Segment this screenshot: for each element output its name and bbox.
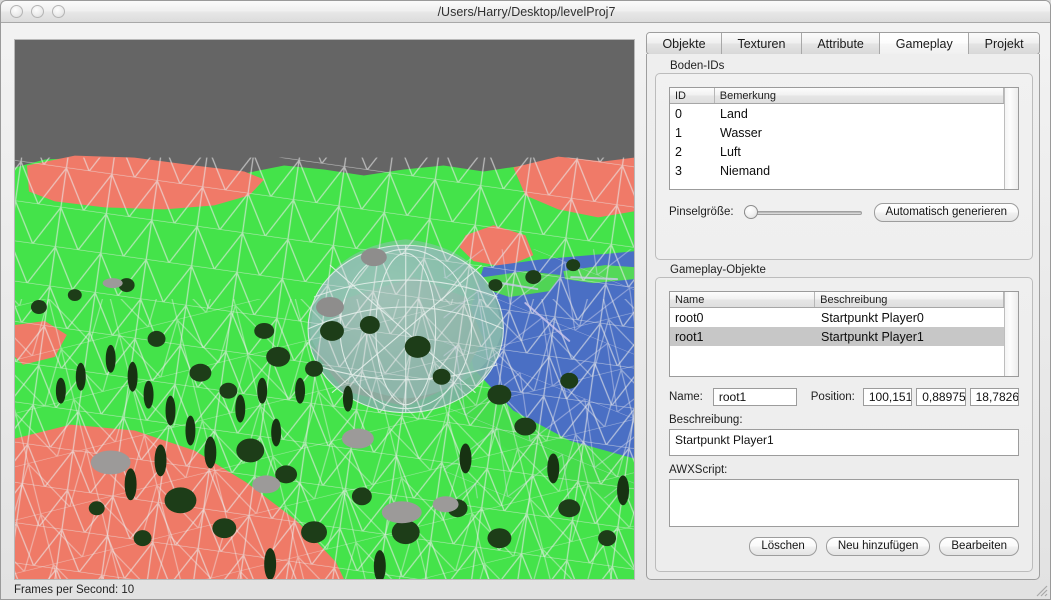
position-x-input[interactable]: 100,151! — [863, 388, 912, 406]
gameplay-objekte-vertical-scrollbar[interactable] — [1004, 292, 1018, 376]
window-title: /Users/Harry/Desktop/levelProj7 — [1, 1, 1051, 23]
tab-gameplay[interactable]: Gameplay — [880, 33, 969, 54]
column-header-name[interactable]: Name — [670, 292, 815, 307]
delete-object-button[interactable]: Löschen — [749, 537, 816, 556]
cell-id: 0 — [670, 107, 715, 121]
name-label: Name: — [669, 391, 703, 403]
tab-texturen[interactable]: Texturen — [722, 33, 802, 54]
gameplay-objekte-table[interactable]: Name Beschreibung root0 Startpunkt Playe… — [669, 291, 1019, 377]
column-header-bemerkung[interactable]: Bemerkung — [715, 88, 1004, 103]
cell-id: 1 — [670, 126, 715, 140]
tab-objekte[interactable]: Objekte — [647, 33, 722, 54]
cell-name: root0 — [670, 311, 816, 325]
tab-attribute[interactable]: Attribute — [802, 33, 880, 54]
gameplay-objekte-table-header: Name Beschreibung — [670, 292, 1018, 308]
cell-bemerkung: Land — [715, 107, 1006, 121]
fps-status: Frames per Second: 10 — [14, 584, 134, 596]
cell-beschreibung: Startpunkt Player0 — [816, 311, 1006, 325]
object-action-buttons: Löschen Neu hinzufügen Bearbeiten — [669, 535, 1019, 557]
cell-bemerkung: Niemand — [715, 164, 1006, 178]
application-window: /Users/Harry/Desktop/levelProj7 — [0, 0, 1051, 600]
cell-id: 2 — [670, 145, 715, 159]
slider-knob[interactable] — [744, 205, 758, 219]
cell-name: root1 — [670, 330, 816, 344]
beschreibung-input[interactable]: Startpunkt Player1 — [669, 429, 1019, 456]
tab-projekt[interactable]: Projekt — [969, 33, 1039, 54]
cell-bemerkung: Luft — [715, 145, 1006, 159]
add-object-button[interactable]: Neu hinzufügen — [826, 537, 931, 556]
brush-size-row: Pinselgröße: Automatisch generieren — [669, 202, 1019, 222]
awxscript-label: AWXScript: — [669, 464, 727, 476]
column-header-id[interactable]: ID — [670, 88, 715, 103]
table-row[interactable]: 2 Luft — [670, 142, 1018, 161]
cell-bemerkung: Wasser — [715, 126, 1006, 140]
viewport-3d[interactable] — [14, 39, 635, 580]
name-position-row: Name: root1 Position: 100,151! 0,88975 1… — [669, 387, 1019, 407]
group-boden-ids-label: Boden-IDs — [667, 60, 727, 72]
auto-generate-button[interactable]: Automatisch generieren — [874, 203, 1019, 222]
table-row[interactable]: root0 Startpunkt Player0 — [670, 308, 1018, 327]
group-gameplay-objekte: Gameplay-Objekte Name Beschreibung root0… — [655, 264, 1033, 572]
boden-ids-table-body: 0 Land 1 Wasser 2 Luft 3 — [670, 104, 1018, 189]
table-row[interactable]: 1 Wasser — [670, 123, 1018, 142]
edit-object-button[interactable]: Bearbeiten — [939, 537, 1019, 556]
table-row[interactable]: 0 Land — [670, 104, 1018, 123]
boden-ids-vertical-scrollbar[interactable] — [1004, 88, 1018, 189]
brush-size-slider[interactable] — [744, 205, 862, 219]
gameplay-objekte-table-body: root0 Startpunkt Player0 root1 Startpunk… — [670, 308, 1018, 376]
inspector-panel: Objekte Texturen Attribute Gameplay Proj… — [646, 32, 1040, 580]
slider-track — [744, 211, 862, 215]
resize-grip[interactable] — [1034, 583, 1048, 597]
beschreibung-label: Beschreibung: — [669, 414, 743, 426]
position-z-input[interactable]: 18,7826 — [970, 388, 1019, 406]
boden-ids-table[interactable]: ID Bemerkung 0 Land 1 Wasser — [669, 87, 1019, 190]
table-row[interactable]: root1 Startpunkt Player1 — [670, 327, 1018, 346]
tab-bar: Objekte Texturen Attribute Gameplay Proj… — [646, 32, 1040, 55]
awxscript-input[interactable] — [669, 479, 1019, 527]
cell-id: 3 — [670, 164, 715, 178]
position-y-input[interactable]: 0,88975 — [916, 388, 965, 406]
tab-content-gameplay: Boden-IDs ID Bemerkung 0 Land — [646, 54, 1040, 580]
cell-beschreibung: Startpunkt Player1 — [816, 330, 1006, 344]
position-label: Position: — [811, 391, 855, 403]
table-row[interactable]: 3 Niemand — [670, 161, 1018, 180]
title-bar[interactable]: /Users/Harry/Desktop/levelProj7 — [1, 1, 1051, 23]
terrain-render — [15, 40, 634, 579]
name-input[interactable]: root1 — [713, 388, 797, 406]
group-boden-ids: Boden-IDs ID Bemerkung 0 Land — [655, 60, 1033, 260]
boden-ids-table-header: ID Bemerkung — [670, 88, 1018, 104]
brush-size-label: Pinselgröße: — [669, 206, 734, 218]
column-header-beschreibung[interactable]: Beschreibung — [815, 292, 1004, 307]
group-gameplay-objekte-label: Gameplay-Objekte — [667, 264, 769, 276]
